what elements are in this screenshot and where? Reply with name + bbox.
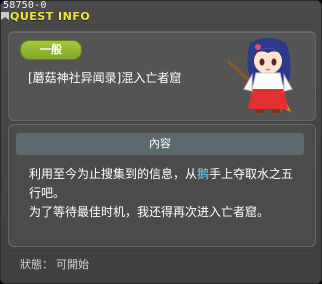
content-section-header: 內容 [16,133,304,155]
footer-divider [8,250,314,251]
quest-description: 利用至今为止搜集到的信息，从鹅手上夺取水之五 行吧。 为了等待最佳时机，我还得再… [29,165,299,222]
category-badge: 一般 [20,40,82,60]
status-label: 狀態： [20,258,53,271]
npc-portrait-icon [226,38,294,115]
description-line-2: 行吧。 [29,186,66,200]
quest-info-window: 58750-0 QUEST INFO 一般 [蘑菇神社异闻录]混入亡者窟 內容 … [0,0,322,284]
description-line-1: 利用至今为止搜集到的信息，从鹅手上夺取水之五 [29,165,299,184]
status-value: 可開始 [56,258,89,271]
npc-name-highlight: 鹅 [197,167,210,181]
window-title: QUEST INFO [10,10,91,23]
quest-name: [蘑菇神社异闻录]混入亡者窟 [28,71,182,85]
description-line-1-text-end: 手上夺取水之五 [209,167,294,181]
ribbon-icon [1,12,9,20]
description-line-3: 为了等待最佳时机，我还得再次进入亡者窟。 [29,205,270,219]
description-line-1-text: 利用至今为止搜集到的信息，从 [29,167,198,181]
